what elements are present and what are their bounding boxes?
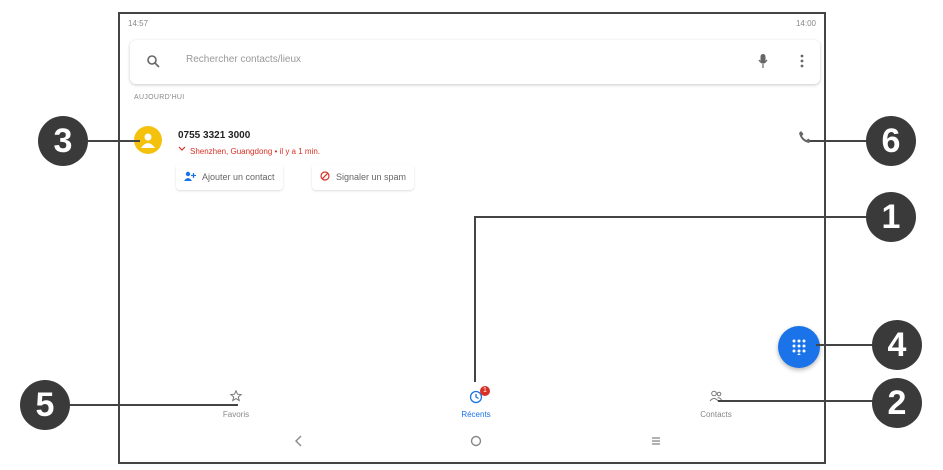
phone-screen: 14:57 14:00 Rechercher contacts/lieux AU… [118,12,826,464]
status-time: 14:57 [128,18,149,28]
callout-6: 6 [866,116,916,166]
callout-line-2 [718,400,878,402]
add-person-icon [184,171,196,183]
tab-recents-label: Récents [461,410,491,419]
callout-5: 5 [20,380,70,430]
callout-1: 1 [866,192,916,242]
callout-3: 3 [38,116,88,166]
callout-line-5 [70,404,238,406]
missed-call-icon [178,146,186,156]
callout-2: 2 [872,378,922,428]
block-icon [320,171,330,183]
recent-apps-icon[interactable] [650,434,662,452]
search-icon [146,54,160,73]
home-icon[interactable] [470,434,482,452]
add-contact-label: Ajouter un contact [202,172,275,182]
mic-icon[interactable] [758,53,768,74]
callout-line-6 [810,140,868,142]
recent-call-item[interactable]: 0755 3321 3000 Shenzhen, Guangdong • il … [120,116,828,206]
call-number: 0755 3321 3000 [178,130,251,141]
star-icon [186,389,286,404]
report-spam-button[interactable]: Signaler un spam [312,164,415,190]
callout-line-3 [88,140,140,142]
callout-line-4 [816,344,874,346]
back-icon[interactable] [294,434,304,452]
tab-recents[interactable]: 1 Récents [426,386,526,419]
recents-badge: 1 [480,386,490,396]
section-label-today: AUJOURD'HUI [134,94,185,101]
status-right: 14:00 [795,18,816,28]
more-options-icon[interactable] [800,54,804,73]
call-detail: Shenzhen, Guangdong • il y a 1 min. [178,146,320,156]
callout-4: 4 [872,320,922,370]
tab-contacts[interactable]: Contacts [666,390,766,419]
dialpad-button[interactable] [778,326,820,368]
add-contact-button[interactable]: Ajouter un contact [176,164,283,190]
search-input[interactable]: Rechercher contacts/lieux [186,54,301,65]
call-detail-text: Shenzhen, Guangdong • il y a 1 min. [190,146,320,156]
tab-contacts-label: Contacts [700,410,732,419]
tab-favorites-label: Favoris [222,410,250,419]
status-bar: 14:57 14:00 [128,16,816,30]
search-bar[interactable]: Rechercher contacts/lieux [130,40,820,84]
callout-line-1-horizontal [474,216,868,218]
dialpad-icon [792,339,806,355]
report-spam-label: Signaler un spam [336,172,407,182]
callout-line-1-vertical [474,216,476,382]
